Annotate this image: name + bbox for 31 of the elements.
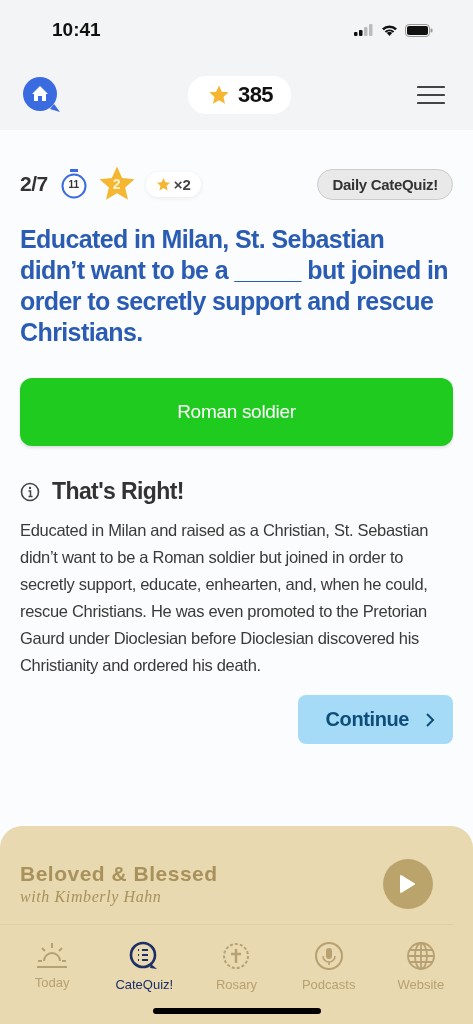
question-text: Educated in Milan, St. Sebastian didn’t want to be a _____ but joined in order to secretly support and rescue Christians. [20, 224, 450, 348]
star-count: 385 [237, 82, 274, 108]
sunrise-icon [35, 941, 70, 969]
signal-icon [354, 24, 374, 36]
tab[interactable]: CateQuiz! [104, 941, 185, 992]
home-icon[interactable] [22, 76, 62, 114]
progress-count: 2/7 [20, 172, 48, 196]
wifi-icon [381, 24, 398, 36]
podcast-host: with Kimberly Hahn [20, 888, 163, 906]
podcast-title: Beloved & Blessed [20, 862, 218, 886]
menu-icon[interactable] [417, 85, 445, 105]
tab[interactable]: Rosary [196, 941, 277, 992]
play-icon [399, 875, 415, 893]
multiplier-badge: ×2 [145, 171, 201, 197]
chevron-icon [425, 711, 435, 728]
answer-button[interactable]: Roman soldier [20, 378, 453, 446]
star-icon [207, 84, 230, 106]
tab[interactable]: Today [12, 941, 93, 992]
cross-circle-icon [221, 941, 252, 971]
continue-button[interactable]: Continue [297, 695, 453, 744]
info-icon [20, 481, 40, 502]
battery-icon [405, 23, 433, 37]
tab[interactable]: Podcasts [288, 941, 369, 992]
status-time: 10:41 [52, 19, 101, 41]
explanation-text: Educated in Milan and raised as a Christian, St. Sebastian didn’t want to be a Roman soldier but joined in order to secretly support, educate, enhearten, and, when he could, rescue Christians. He was even promoted to the Pretorian Gaurd under Dioclesian before Dioclesian discovered his Christianity and ordered his death. [20, 520, 430, 676]
tab[interactable]: Website [380, 941, 461, 992]
play-button[interactable] [383, 859, 433, 909]
microphone-icon [313, 941, 344, 971]
daily-badge: Daily CateQuiz! [317, 168, 453, 200]
feedback-title: That's Right! [52, 478, 184, 505]
globe-icon [405, 941, 436, 971]
